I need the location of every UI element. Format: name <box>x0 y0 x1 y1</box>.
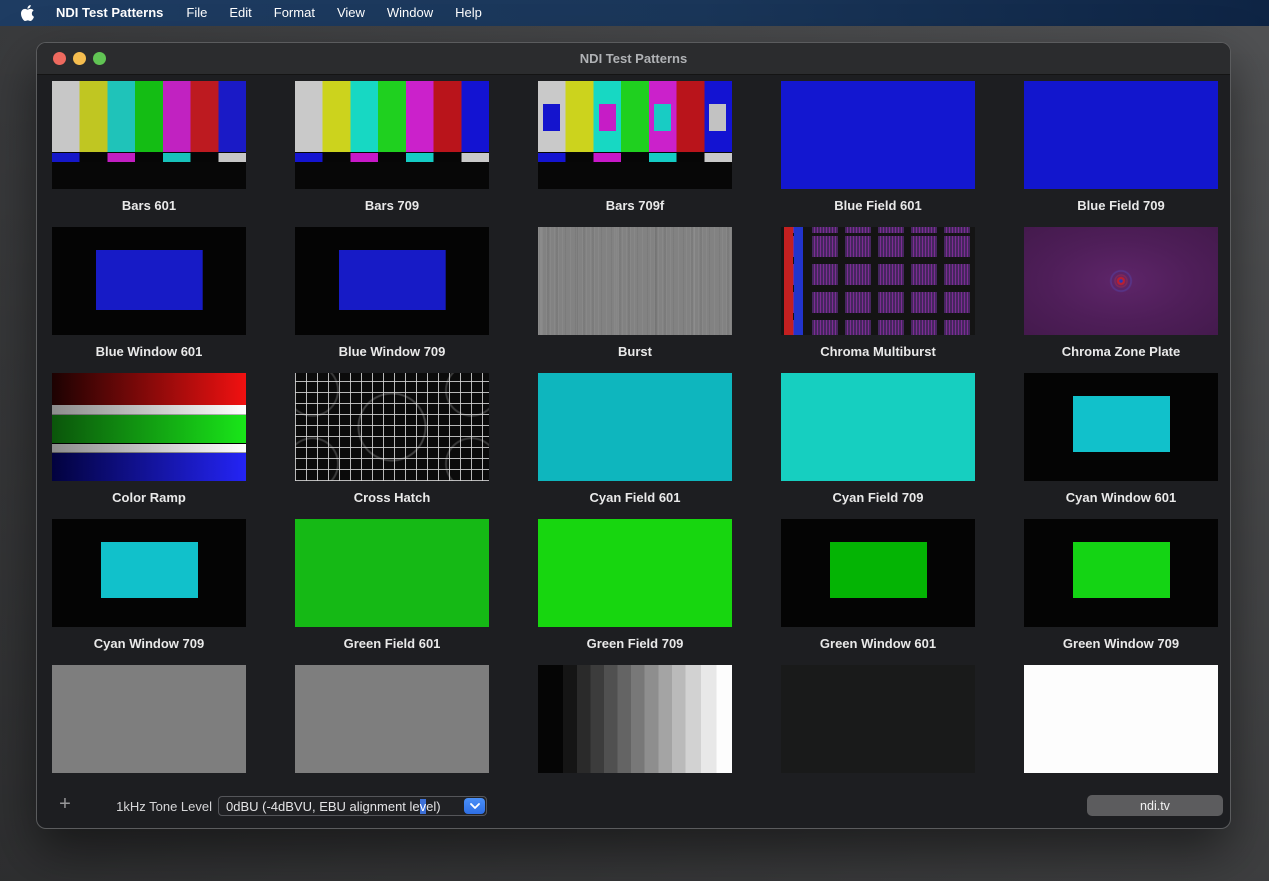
pattern-label: Cyan Window 709 <box>52 636 246 652</box>
chevron-down-icon <box>470 803 480 809</box>
pattern-tile[interactable]: Cyan Window 709 <box>52 519 246 665</box>
pattern-thumbnail-white-field[interactable] <box>1024 665 1218 773</box>
pattern-label: Cyan Field 601 <box>538 490 732 506</box>
pattern-grid: Bars 601 Bars 709 Bars 709f Blue Field 601 B… <box>52 81 1218 811</box>
add-pattern-button[interactable]: + <box>55 793 75 815</box>
pattern-thumbnail-gray-field[interactable] <box>295 665 489 773</box>
tone-level-combobox[interactable]: 0dBU (-4dBVU, EBU alignment level) <box>218 796 487 816</box>
menu-item-ndi-test-patterns[interactable]: NDI Test Patterns <box>44 0 175 26</box>
pattern-thumbnail-green-window-601[interactable] <box>781 519 975 627</box>
pattern-label: Blue Window 601 <box>52 344 246 360</box>
apple-menu[interactable] <box>0 5 44 21</box>
menu-item-format[interactable]: Format <box>263 0 326 26</box>
pattern-tile[interactable]: Blue Window 709 <box>295 227 489 373</box>
pattern-label: Green Window 709 <box>1024 636 1218 652</box>
pattern-thumbnail-grayscale-steps[interactable] <box>538 665 732 773</box>
pattern-label: Color Ramp <box>52 490 246 506</box>
pattern-thumbnail-green-field-709[interactable] <box>538 519 732 627</box>
pattern-tile[interactable]: Bars 601 <box>52 81 246 227</box>
combo-dropdown-button[interactable] <box>464 798 485 814</box>
pattern-tile[interactable]: Green Window 709 <box>1024 519 1218 665</box>
pattern-thumbnail-blue-window-709[interactable] <box>295 227 489 335</box>
menu-item-view[interactable]: View <box>326 0 376 26</box>
menu-bar: NDI Test PatternsFileEditFormatViewWindo… <box>0 0 1269 26</box>
pattern-label: Burst <box>538 344 732 360</box>
pattern-thumbnail-cyan-window-601[interactable] <box>1024 373 1218 481</box>
pattern-thumbnail-chroma-zone-plate[interactable] <box>1024 227 1218 335</box>
pattern-label: Chroma Multiburst <box>781 344 975 360</box>
pattern-thumbnail-gray-field[interactable] <box>52 665 246 773</box>
pattern-tile[interactable]: Burst <box>538 227 732 373</box>
ndi-tv-link-button[interactable]: ndi.tv <box>1087 795 1223 816</box>
menu-item-help[interactable]: Help <box>444 0 493 26</box>
pattern-thumbnail-cyan-field-601[interactable] <box>538 373 732 481</box>
pattern-label: Cross Hatch <box>295 490 489 506</box>
pattern-tile[interactable]: Blue Field 601 <box>781 81 975 227</box>
pattern-tile[interactable] <box>1024 665 1218 811</box>
pattern-tile[interactable] <box>295 665 489 811</box>
pattern-thumbnail-green-field-601[interactable] <box>295 519 489 627</box>
combo-value-prefix: 0dBU (-4dBVU, EBU alignment le <box>226 799 420 814</box>
pattern-thumbnail-cyan-field-709[interactable] <box>781 373 975 481</box>
menu-item-edit[interactable]: Edit <box>218 0 262 26</box>
pattern-tile[interactable]: Green Field 601 <box>295 519 489 665</box>
pattern-tile[interactable]: Bars 709f <box>538 81 732 227</box>
pattern-tile[interactable]: Green Window 601 <box>781 519 975 665</box>
pattern-label: Blue Field 601 <box>781 198 975 214</box>
window-title: NDI Test Patterns <box>37 43 1230 75</box>
pattern-tile[interactable]: Blue Field 709 <box>1024 81 1218 227</box>
pattern-thumbnail-cross-hatch[interactable] <box>295 373 489 481</box>
app-window: NDI Test Patterns Bars 601 Bars 709 Bars 7… <box>36 42 1231 829</box>
pattern-thumbnail-near-black[interactable] <box>781 665 975 773</box>
ndi-tv-label: ndi.tv <box>1140 799 1170 813</box>
pattern-tile[interactable]: Chroma Multiburst <box>781 227 975 373</box>
pattern-tile[interactable] <box>538 665 732 811</box>
pattern-tile[interactable]: Chroma Zone Plate <box>1024 227 1218 373</box>
pattern-thumbnail-blue-field-601[interactable] <box>781 81 975 189</box>
pattern-label: Bars 601 <box>52 198 246 214</box>
combo-value-suffix: el) <box>426 799 440 814</box>
footer-bar: + 1kHz Tone Level 0dBU (-4dBVU, EBU alig… <box>37 795 1230 819</box>
pattern-tile[interactable] <box>52 665 246 811</box>
pattern-label: Blue Field 709 <box>1024 198 1218 214</box>
pattern-label: Green Field 709 <box>538 636 732 652</box>
pattern-tile[interactable]: Blue Window 601 <box>52 227 246 373</box>
pattern-thumbnail-chroma-multiburst[interactable] <box>781 227 975 335</box>
pattern-label: Green Window 601 <box>781 636 975 652</box>
pattern-label: Bars 709 <box>295 198 489 214</box>
pattern-label: Blue Window 709 <box>295 344 489 360</box>
window-content: Bars 601 Bars 709 Bars 709f Blue Field 601 B… <box>37 75 1230 829</box>
pattern-thumbnail-bars-709[interactable] <box>295 81 489 189</box>
menu-item-window[interactable]: Window <box>376 0 444 26</box>
pattern-tile[interactable]: Green Field 709 <box>538 519 732 665</box>
tone-level-label: 1kHz Tone Level <box>97 799 212 814</box>
pattern-tile[interactable] <box>781 665 975 811</box>
pattern-label: Chroma Zone Plate <box>1024 344 1218 360</box>
pattern-thumbnail-cyan-window-709[interactable] <box>52 519 246 627</box>
window-title-bar[interactable]: NDI Test Patterns <box>37 43 1230 75</box>
pattern-thumbnail-burst[interactable] <box>538 227 732 335</box>
pattern-thumbnail-blue-window-601[interactable] <box>52 227 246 335</box>
pattern-tile[interactable]: Cyan Field 601 <box>538 373 732 519</box>
pattern-label: Cyan Field 709 <box>781 490 975 506</box>
pattern-label: Bars 709f <box>538 198 732 214</box>
apple-logo-icon <box>21 5 34 21</box>
pattern-label: Cyan Window 601 <box>1024 490 1218 506</box>
pattern-tile[interactable]: Cyan Field 709 <box>781 373 975 519</box>
pattern-tile[interactable]: Cyan Window 601 <box>1024 373 1218 519</box>
pattern-tile[interactable]: Cross Hatch <box>295 373 489 519</box>
pattern-thumbnail-blue-field-709[interactable] <box>1024 81 1218 189</box>
plus-icon: + <box>59 793 71 815</box>
pattern-thumbnail-color-ramp[interactable] <box>52 373 246 481</box>
pattern-thumbnail-green-window-709[interactable] <box>1024 519 1218 627</box>
pattern-tile[interactable]: Color Ramp <box>52 373 246 519</box>
pattern-tile[interactable]: Bars 709 <box>295 81 489 227</box>
menu-item-file[interactable]: File <box>175 0 218 26</box>
menu-bar-items: NDI Test PatternsFileEditFormatViewWindo… <box>44 0 493 26</box>
pattern-thumbnail-bars-709f[interactable] <box>538 81 732 189</box>
pattern-thumbnail-bars-601[interactable] <box>52 81 246 189</box>
pattern-label: Green Field 601 <box>295 636 489 652</box>
